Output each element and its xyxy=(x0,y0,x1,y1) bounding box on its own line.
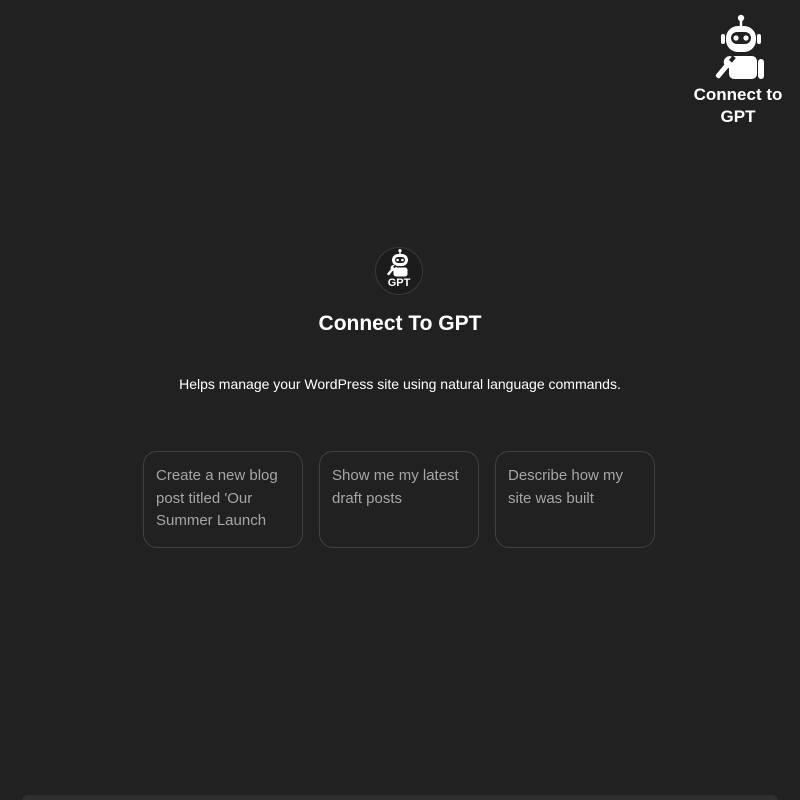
avatar-label: GPT xyxy=(387,277,411,289)
suggestion-card[interactable]: Describe how my site was built xyxy=(495,451,655,548)
suggestion-cards: Create a new blog post titled 'Our Summe… xyxy=(143,451,657,548)
page-title: Connect To GPT xyxy=(318,312,482,335)
gpt-avatar: GPT xyxy=(375,247,423,295)
suggestion-card[interactable]: Show me my latest draft posts xyxy=(319,451,479,548)
corner-logo-label: Connect to GPT xyxy=(693,85,783,126)
corner-logo[interactable]: Connect to GPT xyxy=(678,12,798,128)
message-input-bar[interactable] xyxy=(22,795,778,800)
chat-page: Connect to GPT GPT Connect To GPT Helps … xyxy=(0,0,800,800)
suggestion-card[interactable]: Create a new blog post titled 'Our Summe… xyxy=(143,451,303,548)
gpt-description: Helps manage your WordPress site using n… xyxy=(179,376,621,392)
robot-wrench-icon xyxy=(387,249,408,277)
robot-wrench-icon xyxy=(715,14,764,79)
